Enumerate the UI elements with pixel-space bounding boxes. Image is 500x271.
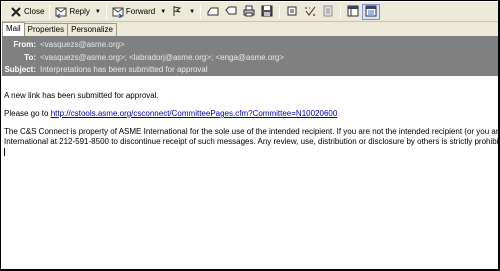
- tab-personalize[interactable]: Personalize: [67, 23, 117, 36]
- reply-button[interactable]: Reply: [53, 4, 91, 20]
- disclaimer-line-2: International at 212-591-8500 to discont…: [4, 137, 500, 146]
- flag-icon: [171, 5, 183, 19]
- message-line-1: A new link has been submitted for approv…: [4, 91, 159, 100]
- text-cursor: [4, 148, 5, 156]
- spell-check-button[interactable]: [301, 4, 319, 20]
- to-value[interactable]: <vasquezs@asme.org>; <labradorj@asme.org…: [40, 53, 284, 62]
- close-label: Close: [24, 7, 45, 16]
- spell-check-icon: [304, 5, 316, 19]
- toolbar-separator: [200, 4, 202, 19]
- address-book-icon: [286, 5, 298, 19]
- toolbar-separator: [105, 4, 107, 19]
- view-pane-button[interactable]: [344, 4, 362, 20]
- forward-icon: [112, 6, 124, 18]
- reply-icon: [55, 6, 67, 18]
- print-button[interactable]: [240, 4, 258, 20]
- previous-item-button[interactable]: [204, 4, 222, 20]
- address-book-button[interactable]: [283, 4, 301, 20]
- close-button[interactable]: Close: [8, 4, 46, 20]
- toolbar-separator: [49, 4, 51, 19]
- preview-pane-icon: [365, 5, 377, 19]
- reply-dropdown-icon[interactable]: ▼: [95, 9, 101, 15]
- properties-button[interactable]: [319, 4, 337, 20]
- view-pane-icon: [347, 5, 359, 19]
- flag-button[interactable]: [168, 4, 186, 20]
- from-label: From:: [13, 40, 36, 49]
- flag-dropdown-icon[interactable]: ▼: [189, 9, 195, 15]
- next-item-button[interactable]: [222, 4, 240, 20]
- message-header: From: <vasquezs@asme.org> To: <vasquezs@…: [2, 36, 498, 76]
- to-row: To: <vasquezs@asme.org>; <labradorj@asme…: [2, 53, 284, 62]
- committee-page-link[interactable]: http://cstools.asme.org/csconnect/Commit…: [51, 109, 338, 118]
- from-value[interactable]: <vasquezs@asme.org>: [40, 40, 125, 49]
- message-line-2-prefix: Please go to: [4, 109, 51, 118]
- toolbar-separator: [340, 4, 342, 19]
- forward-label: Forward: [125, 7, 156, 16]
- from-row: From: <vasquezs@asme.org>: [2, 40, 125, 49]
- reply-label: Reply: [69, 7, 90, 16]
- toolbar: Close Reply ▼ Forward ▼ ▼: [2, 2, 498, 22]
- save-icon: [261, 5, 273, 19]
- toolbar-separator: [279, 4, 281, 19]
- subject-label: Subject:: [4, 65, 36, 74]
- previous-icon: [207, 5, 219, 19]
- message-line-2: Please go to http://cstools.asme.org/csc…: [4, 109, 337, 119]
- message-window: Close Reply ▼ Forward ▼ ▼ Mail Propertie…: [0, 0, 500, 271]
- forward-dropdown-icon[interactable]: ▼: [160, 9, 166, 15]
- save-button[interactable]: [258, 4, 276, 20]
- to-label: To:: [24, 53, 36, 62]
- preview-pane-button[interactable]: [362, 3, 381, 20]
- subject-row: Subject: Interpretations has been submit…: [2, 65, 208, 74]
- tab-properties[interactable]: Properties: [23, 23, 69, 36]
- close-icon: [10, 6, 22, 18]
- next-icon: [225, 5, 237, 19]
- properties-icon: [322, 5, 334, 19]
- subject-value: Interpretations has been submitted for a…: [40, 65, 208, 74]
- tab-strip: Mail Properties Personalize: [2, 22, 498, 36]
- message-body[interactable]: A new link has been submitted for approv…: [2, 76, 500, 269]
- print-icon: [243, 5, 255, 19]
- disclaimer-line-1: The C&S Connect is property of ASME Inte…: [4, 127, 500, 136]
- tab-mail[interactable]: Mail: [2, 22, 25, 36]
- forward-button[interactable]: Forward: [110, 4, 157, 20]
